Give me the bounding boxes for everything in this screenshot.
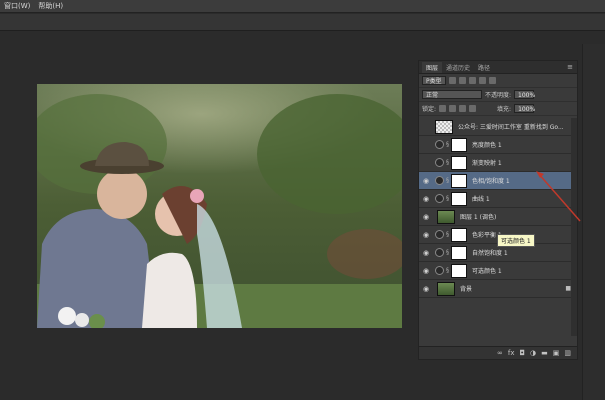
mask-thumbnail <box>451 245 467 260</box>
layer-name: 图层 1 (调色) <box>460 214 497 221</box>
eye-icon[interactable]: ◉ <box>421 231 431 239</box>
eye-icon[interactable]: ◉ <box>421 195 431 203</box>
red-arrow-annotation <box>536 171 581 222</box>
new-layer-icon[interactable]: ▣ <box>553 349 560 357</box>
eye-icon[interactable]: ◉ <box>421 285 431 293</box>
mask-thumbnail <box>451 191 467 206</box>
lock-label: 锁定: <box>422 106 437 113</box>
panel-tabs: 图层 通道历史 路径 <box>419 61 577 74</box>
options-bar <box>0 14 605 31</box>
image-thumbnail <box>437 209 455 224</box>
trash-icon[interactable]: ▥ <box>564 349 571 357</box>
opacity-label: 不透明度: <box>485 92 512 99</box>
link-icon: § <box>446 231 449 238</box>
layer-name: 公众号: 三爱时间工作室 重新找到 Go... <box>458 124 564 131</box>
mask-thumbnail <box>451 155 467 170</box>
link-icon: § <box>446 159 449 166</box>
right-dock <box>582 44 605 400</box>
tab-paths[interactable]: 路径 <box>474 62 494 73</box>
image-thumbnail <box>437 281 455 296</box>
filter-kind-select[interactable]: P类型 <box>422 76 446 85</box>
fill-label: 填充: <box>497 106 512 113</box>
eye-icon[interactable]: 👁 <box>421 159 431 167</box>
lock-all-icon[interactable] <box>469 105 477 112</box>
eye-icon[interactable]: ◉ <box>421 267 431 275</box>
menu-window[interactable]: 窗口(W) <box>4 1 30 11</box>
blend-row: 正常 不透明度: 100% <box>419 88 577 102</box>
filter-type-icon[interactable] <box>468 77 476 84</box>
layer-text[interactable]: 👁 公众号: 三爱时间工作室 重新找到 Go... <box>419 118 577 136</box>
layer-name: 曲线 1 <box>472 196 490 203</box>
tab-layers[interactable]: 图层 <box>422 62 443 73</box>
lock-row: 锁定: 填充: 100% <box>419 102 577 116</box>
filter-pixel-icon[interactable] <box>448 77 456 84</box>
filter-row: P类型 <box>419 74 577 88</box>
document-canvas[interactable] <box>37 84 402 328</box>
adjustment-icon <box>435 266 444 275</box>
layer-name: 可选颜色 1 <box>472 268 502 275</box>
layer-background[interactable]: ◉ 背景 ■ <box>419 280 577 298</box>
link-icon: § <box>446 267 449 274</box>
adjustment-icon <box>435 230 444 239</box>
layer-name: 自然饱和度 1 <box>472 250 508 257</box>
fx-icon[interactable]: fx <box>508 349 515 357</box>
new-adjustment-icon[interactable]: ◑ <box>530 349 536 357</box>
tab-channels[interactable]: 通道历史 <box>442 62 474 73</box>
layer-tooltip: 可选颜色 1 <box>497 234 535 247</box>
menu-bar: 窗口(W) 帮助(H) <box>0 0 605 13</box>
layer-thumbnail <box>435 119 453 134</box>
lock-transparent-icon[interactable] <box>439 105 447 112</box>
layers-list: 👁 公众号: 三爱时间工作室 重新找到 Go... 👁 § 亮度颜色 1 👁 §… <box>419 118 577 336</box>
link-icon: § <box>446 141 449 148</box>
mask-thumbnail <box>451 137 467 152</box>
add-mask-icon[interactable]: ◘ <box>519 349 525 357</box>
eye-icon[interactable]: ◉ <box>421 177 431 185</box>
layer-name: 背景 <box>460 286 473 293</box>
panel-bottom-bar: ∞ fx ◘ ◑ ▬ ▣ ▥ <box>419 346 577 359</box>
adjustment-icon <box>435 176 444 185</box>
eye-icon[interactable]: 👁 <box>421 141 431 149</box>
adjustment-icon <box>435 248 444 257</box>
layers-scrollbar[interactable] <box>571 118 577 336</box>
filter-shape-icon[interactable] <box>478 77 486 84</box>
layer-adjust[interactable]: 👁 § 亮度颜色 1 <box>419 136 577 154</box>
panel-menu-icon[interactable]: ≡ <box>567 63 573 71</box>
lock-brush-icon[interactable] <box>449 105 457 112</box>
adjustment-icon <box>435 158 444 167</box>
filter-adjust-icon[interactable] <box>458 77 466 84</box>
wedding-photo <box>37 84 402 328</box>
mask-thumbnail <box>451 263 467 278</box>
lock-move-icon[interactable] <box>459 105 467 112</box>
opacity-input[interactable]: 100% <box>514 90 535 99</box>
fill-input[interactable]: 100% <box>514 104 535 113</box>
layer-name: 亮度颜色 1 <box>472 142 502 149</box>
filter-smart-icon[interactable] <box>488 77 496 84</box>
eye-icon[interactable]: ◉ <box>421 249 431 257</box>
menu-help[interactable]: 帮助(H) <box>38 1 63 11</box>
link-layers-icon[interactable]: ∞ <box>497 349 503 357</box>
layer-adjust[interactable]: ◉ § 可选颜色 1 <box>419 262 577 280</box>
adjustment-icon <box>435 140 444 149</box>
link-icon: § <box>446 249 449 256</box>
eye-icon[interactable]: 👁 <box>421 123 431 131</box>
link-icon: § <box>446 195 449 202</box>
adjustment-icon <box>435 194 444 203</box>
mask-thumbnail <box>451 173 467 188</box>
new-group-icon[interactable]: ▬ <box>541 349 548 357</box>
layer-name: 渐变映射 1 <box>472 160 502 167</box>
link-icon: § <box>446 177 449 184</box>
mask-thumbnail <box>451 227 467 242</box>
layer-name: 色相/饱和度 1 <box>472 178 510 185</box>
eye-icon[interactable]: ◉ <box>421 213 431 221</box>
blend-mode-select[interactable]: 正常 <box>422 90 482 99</box>
